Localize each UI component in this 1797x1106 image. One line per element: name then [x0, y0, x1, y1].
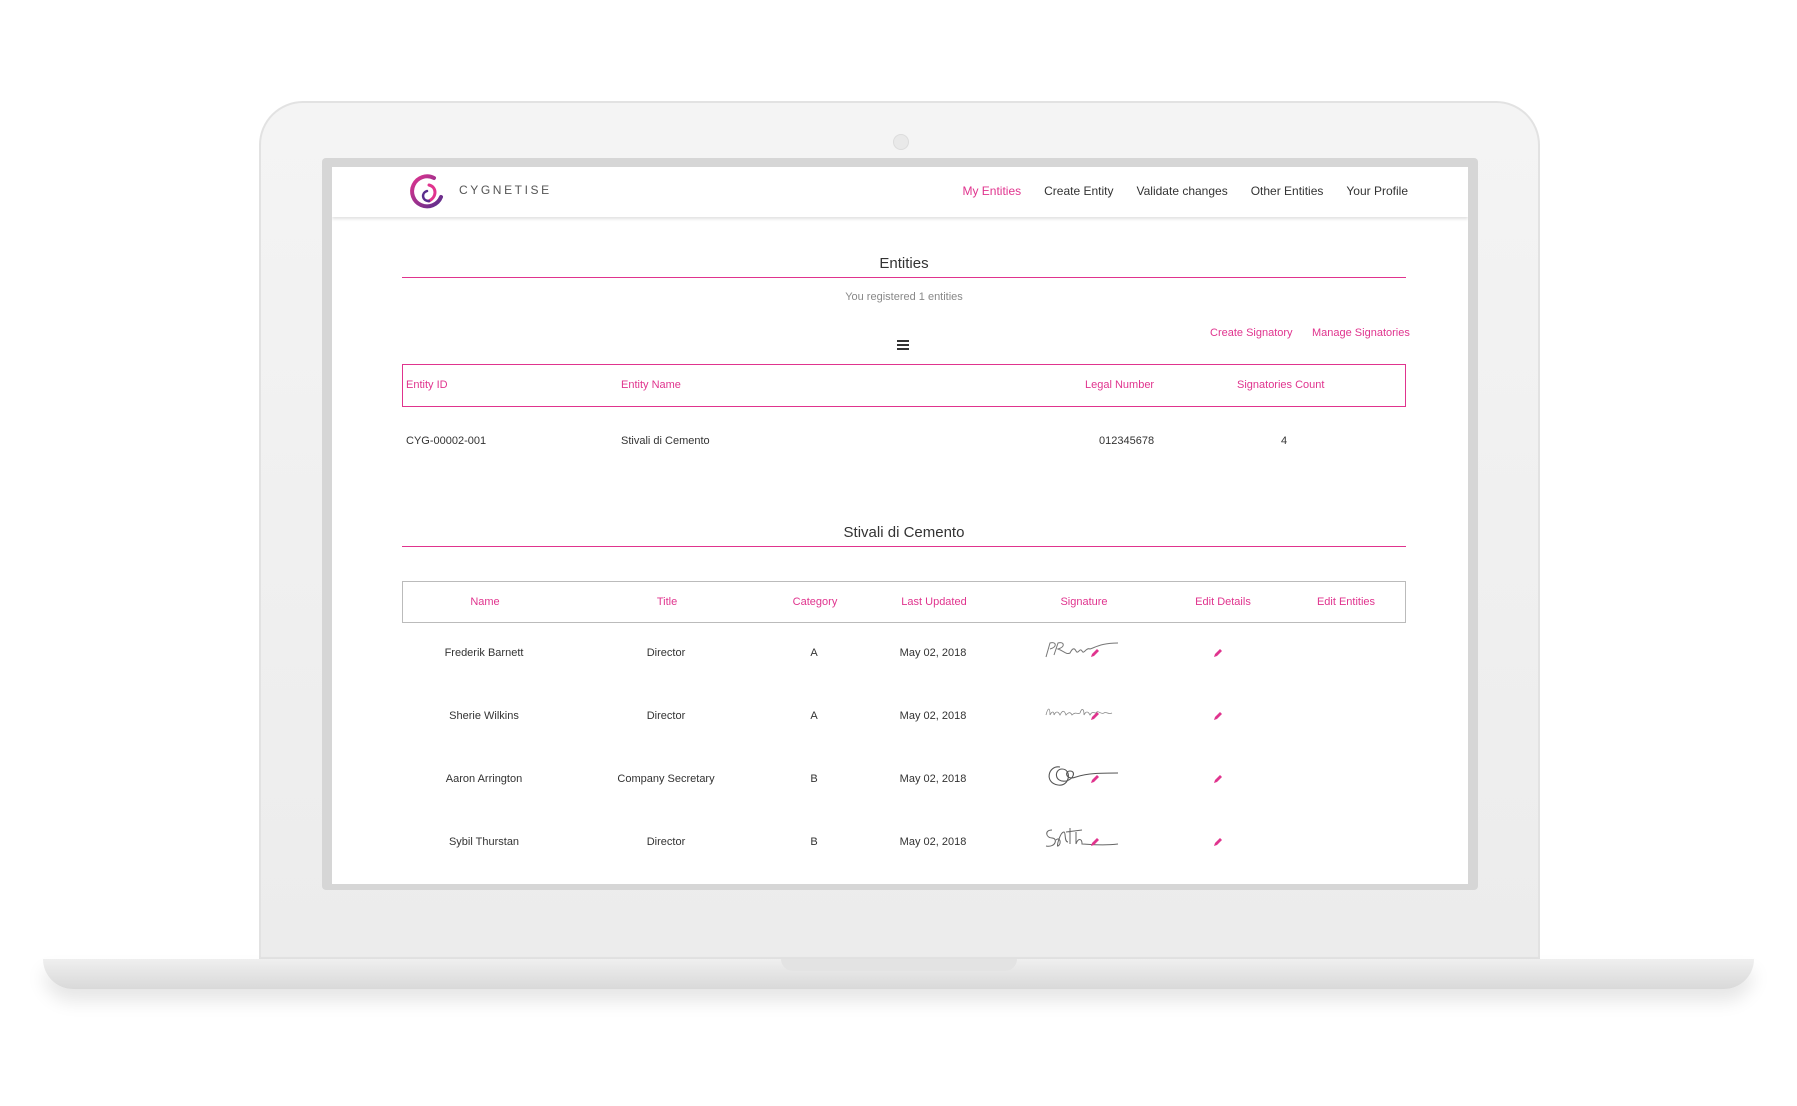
signatory-name: Frederik Barnett	[444, 647, 524, 659]
nav-other-entities[interactable]: Other Entities	[1251, 184, 1324, 198]
signature-image	[1045, 708, 1113, 716]
signatory-name: Sherie Wilkins	[449, 710, 519, 722]
brand-name: CYGNETISE	[459, 183, 552, 197]
nav-your-profile[interactable]: Your Profile	[1346, 184, 1408, 198]
signatory-title: Director	[646, 647, 686, 659]
pencil-icon[interactable]	[1090, 711, 1100, 721]
signatory-title: Director	[646, 836, 686, 848]
col-category[interactable]: Category	[793, 596, 838, 608]
hamburger-icon[interactable]	[897, 340, 909, 350]
entities-title: Entities	[879, 255, 929, 272]
screen: CYGNETISE My Entities Create Entity Vali…	[332, 167, 1468, 884]
nav-create-entity[interactable]: Create Entity	[1044, 184, 1113, 198]
pencil-icon[interactable]	[1090, 648, 1100, 658]
col-entity-id[interactable]: Entity ID	[406, 379, 448, 391]
entities-count-text: You registered 1 entities	[845, 291, 963, 303]
signatory-title: Company Secretary	[617, 773, 715, 785]
top-navbar: CYGNETISE My Entities Create Entity Vali…	[332, 167, 1468, 217]
signatories-table-header: Name Title Category Last Updated Signatu…	[402, 581, 1406, 623]
laptop-base-notch	[781, 959, 1017, 971]
main-nav: My Entities Create Entity Validate chang…	[962, 184, 1408, 198]
laptop-base	[43, 959, 1754, 989]
signature-image	[1048, 766, 1119, 786]
col-edit-entities[interactable]: Edit Entities	[1317, 596, 1375, 608]
pencil-icon[interactable]	[1213, 774, 1223, 784]
entities-divider	[402, 277, 1406, 278]
col-legal-number[interactable]: Legal Number	[1085, 379, 1154, 391]
nav-validate-changes[interactable]: Validate changes	[1137, 184, 1228, 198]
col-name[interactable]: Name	[470, 596, 499, 608]
col-last-updated[interactable]: Last Updated	[901, 596, 966, 608]
pencil-icon[interactable]	[1213, 711, 1223, 721]
signatory-category: B	[810, 773, 818, 785]
col-entity-name[interactable]: Entity Name	[621, 379, 681, 391]
signatory-category: A	[810, 647, 818, 659]
col-signatories-count[interactable]: Signatories Count	[1237, 379, 1324, 391]
col-title[interactable]: Title	[657, 596, 677, 608]
signatory-name: Aaron Arrington	[445, 773, 523, 785]
pencil-icon[interactable]	[1213, 837, 1223, 847]
entity-id-cell: CYG-00002-001	[406, 435, 487, 447]
entity-detail-divider	[402, 546, 1406, 547]
signatories-count-cell: 4	[1280, 435, 1288, 447]
entities-table-header: Entity ID Entity Name Legal Number Signa…	[402, 364, 1406, 407]
webcam	[893, 134, 909, 150]
col-edit-details[interactable]: Edit Details	[1195, 596, 1251, 608]
signature-image	[1045, 642, 1119, 658]
manage-signatories-link[interactable]: Manage Signatories	[1312, 327, 1410, 339]
signatory-name: Sybil Thurstan	[448, 836, 520, 848]
cygnetise-logo-icon[interactable]	[407, 171, 449, 213]
entity-detail-title: Stivali di Cemento	[843, 524, 965, 541]
legal-number-cell: 012345678	[1099, 435, 1155, 447]
signature-image	[1045, 828, 1119, 847]
signatory-title: Director	[646, 710, 686, 722]
entity-name-cell: Stivali di Cemento	[621, 435, 710, 447]
pencil-icon[interactable]	[1213, 648, 1223, 658]
signatory-category: A	[810, 710, 818, 722]
signatory-last-updated: May 02, 2018	[899, 647, 967, 659]
signatory-last-updated: May 02, 2018	[899, 710, 967, 722]
create-signatory-link[interactable]: Create Signatory	[1210, 327, 1293, 339]
signatory-last-updated: May 02, 2018	[899, 836, 967, 848]
signatory-last-updated: May 02, 2018	[899, 773, 967, 785]
nav-my-entities[interactable]: My Entities	[962, 184, 1021, 198]
pencil-icon[interactable]	[1090, 837, 1100, 847]
signatory-category: B	[810, 836, 818, 848]
col-signature[interactable]: Signature	[1060, 596, 1107, 608]
pencil-icon[interactable]	[1090, 774, 1100, 784]
